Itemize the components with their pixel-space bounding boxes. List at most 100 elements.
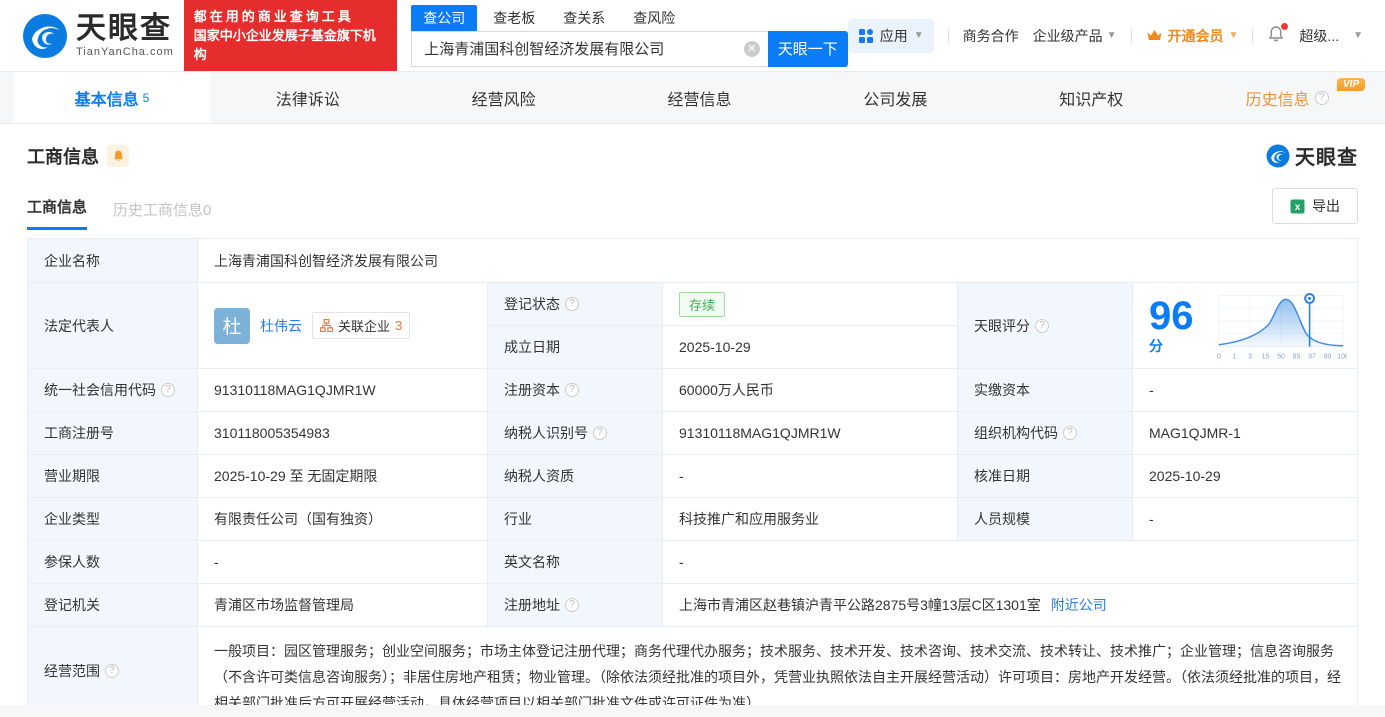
svg-text:85: 85 — [1293, 353, 1301, 360]
watermark-logo: 天眼查 — [1266, 141, 1358, 170]
export-button[interactable]: x 导出 — [1272, 188, 1358, 224]
user-account-menu[interactable]: 超级... ▼ — [1299, 26, 1363, 46]
related-companies-badge[interactable]: 关联企业 3 — [312, 312, 411, 339]
reg-authority-value: 青浦区市场监督管理局 — [198, 584, 488, 627]
table-row: 企业名称 上海青浦国科创智经济发展有限公司 — [28, 239, 1358, 283]
field-label: 企业类型 — [28, 498, 198, 541]
subscribe-bell-button[interactable] — [107, 144, 129, 167]
establish-date-value: 2025-10-29 — [663, 326, 958, 369]
field-label: 核准日期 — [958, 455, 1133, 498]
open-vip-label: 开通会员 — [1167, 27, 1224, 44]
table-row: 经营范围? 一般项目：园区管理服务；创业空间服务；市场主体登记注册代理；商务代理… — [28, 627, 1358, 715]
company-tabbar: 基本信息 5 法律诉讼 经营风险 经营信息 公司发展 知识产权 VIP 历史信息… — [0, 72, 1385, 124]
caret-down-icon: ▼ — [1353, 30, 1363, 41]
slogan-line2: 国家中小企业发展子基金旗下机构 — [193, 28, 376, 62]
subtab-business-info[interactable]: 工商信息 — [27, 196, 88, 230]
tab-legal[interactable]: 法律诉讼 — [210, 72, 406, 123]
vip-badge: VIP — [1337, 78, 1366, 91]
search-tab-boss[interactable]: 查老板 — [481, 5, 547, 31]
search-tab-relation[interactable]: 查关系 — [551, 5, 617, 31]
table-row: 参保人数 - 英文名称 - — [28, 541, 1358, 584]
business-coop-label: 商务合作 — [962, 27, 1019, 44]
main-content: 工商信息 天眼查 工商信息 历史工商信息0 x 导出 企业名称 上海青浦国科创智… — [0, 141, 1385, 715]
field-label: 天眼评分 ? — [958, 283, 1133, 369]
enterprise-products-menu[interactable]: 企业级产品 ▼ — [1033, 26, 1117, 46]
user-account-label: 超级... — [1299, 27, 1340, 44]
help-icon[interactable]: ? — [593, 426, 607, 440]
company-name-value: 上海青浦国科创智经济发展有限公司 — [198, 239, 1358, 283]
tianyancha-logo-icon — [23, 13, 67, 58]
search-tab-company[interactable]: 查公司 — [411, 4, 478, 31]
search-tab-risk[interactable]: 查风险 — [621, 5, 687, 31]
search-input[interactable] — [412, 40, 768, 57]
search-input-wrap: ✕ — [411, 30, 768, 67]
score-distribution-chart[interactable]: 0 1 3 15 50 85 97 99 100 — [1215, 288, 1347, 364]
slogan-banner: 都在用的商业查询工具 国家中小企业发展子基金旗下机构 — [183, 0, 398, 71]
score-value: 96 — [1149, 293, 1194, 338]
reg-status-label: 登记状态 — [504, 296, 560, 312]
field-label: 工商注册号 — [28, 412, 198, 455]
tab-intellectual-property-label: 知识产权 — [1059, 91, 1124, 109]
notification-dot — [1281, 23, 1289, 30]
crown-icon — [1147, 30, 1162, 40]
help-icon[interactable]: ? — [565, 598, 579, 612]
avatar[interactable]: 杜 — [214, 307, 250, 344]
svg-text:50: 50 — [1277, 353, 1285, 360]
score-label: 天眼评分 — [974, 317, 1030, 334]
caret-down-icon: ▼ — [913, 30, 924, 41]
header-divider — [1252, 27, 1254, 44]
status-badge: 存续 — [679, 291, 726, 317]
svg-text:15: 15 — [1262, 353, 1270, 360]
header-divider — [1130, 27, 1132, 44]
svg-text:3: 3 — [1248, 353, 1252, 360]
term-value: 2025-10-29 至 无固定期限 — [198, 455, 488, 498]
help-icon[interactable]: ? — [1063, 426, 1077, 440]
tianyancha-logo-icon — [1266, 144, 1290, 167]
status-date-stack: 登记状态 ? 存续 成立日期 2025-10-29 — [488, 283, 958, 369]
search-button[interactable]: 天眼一下 — [767, 30, 848, 67]
svg-text:x: x — [1295, 202, 1301, 213]
help-icon[interactable]: ? — [1035, 318, 1049, 333]
help-icon[interactable]: ? — [565, 383, 579, 397]
tab-history-info[interactable]: VIP 历史信息 ? — [1189, 72, 1385, 123]
subtab-history-business-info[interactable]: 历史工商信息0 — [113, 199, 211, 230]
caret-down-icon: ▼ — [1106, 30, 1117, 41]
tab-operation-risk-label: 经营风险 — [471, 91, 536, 109]
score-cell: 96分 0 1 3 15 50 85 97 99 10 — [1133, 283, 1358, 369]
clear-icon[interactable]: ✕ — [743, 40, 760, 57]
field-label: 英文名称 — [488, 541, 663, 584]
field-label: 营业期限 — [28, 455, 198, 498]
help-icon[interactable]: ? — [161, 383, 175, 397]
svg-text:100: 100 — [1337, 353, 1347, 360]
field-label: 实缴资本 — [958, 369, 1133, 412]
tab-basic-info-label: 基本信息 — [74, 91, 139, 109]
table-row: 统一社会信用代码? 91310118MAG1QJMR1W 注册资本? 60000… — [28, 369, 1358, 412]
notification-bell[interactable] — [1267, 23, 1289, 46]
business-coop-link[interactable]: 商务合作 — [963, 26, 1019, 46]
tab-intellectual-property[interactable]: 知识产权 — [993, 72, 1189, 123]
company-type-value: 有限责任公司（国有独资） — [198, 498, 488, 541]
field-label: 行业 — [488, 498, 663, 541]
help-icon[interactable]: ? — [565, 297, 579, 311]
nearby-companies-link[interactable]: 附近公司 — [1051, 595, 1107, 615]
legal-rep-link[interactable]: 杜伟云 — [260, 316, 302, 336]
related-companies-count: 3 — [395, 318, 403, 333]
tab-company-development[interactable]: 公司发展 — [797, 72, 993, 123]
tab-basic-info[interactable]: 基本信息 5 — [14, 72, 210, 123]
tianyancha-logo[interactable]: 天眼查 TianYanCha.com — [22, 13, 174, 59]
tab-operation-info[interactable]: 经营信息 — [602, 72, 798, 123]
logo-domain: TianYanCha.com — [76, 45, 174, 58]
tab-history-info-label: 历史信息 — [1245, 91, 1310, 109]
reg-no-value: 310118005354983 — [198, 412, 488, 455]
reg-address-value: 上海市青浦区赵巷镇沪青平公路2875号3幢13层C区1301室 — [679, 597, 1041, 613]
table-row: 企业类型 有限责任公司（国有独资） 行业 科技推广和应用服务业 人员规模 - — [28, 498, 1358, 541]
help-icon[interactable]: ? — [105, 663, 119, 678]
apps-menu[interactable]: 应用 ▼ — [847, 18, 934, 53]
org-chart-icon — [320, 319, 333, 332]
open-vip-menu[interactable]: 开通会员 ▼ — [1146, 26, 1238, 46]
staff-size-value: - — [1133, 498, 1358, 541]
field-label: 登记状态 ? — [488, 283, 663, 326]
help-icon[interactable]: ? — [1314, 90, 1329, 105]
tab-operation-risk[interactable]: 经营风险 — [406, 72, 602, 123]
field-label: 统一社会信用代码? — [28, 369, 198, 412]
